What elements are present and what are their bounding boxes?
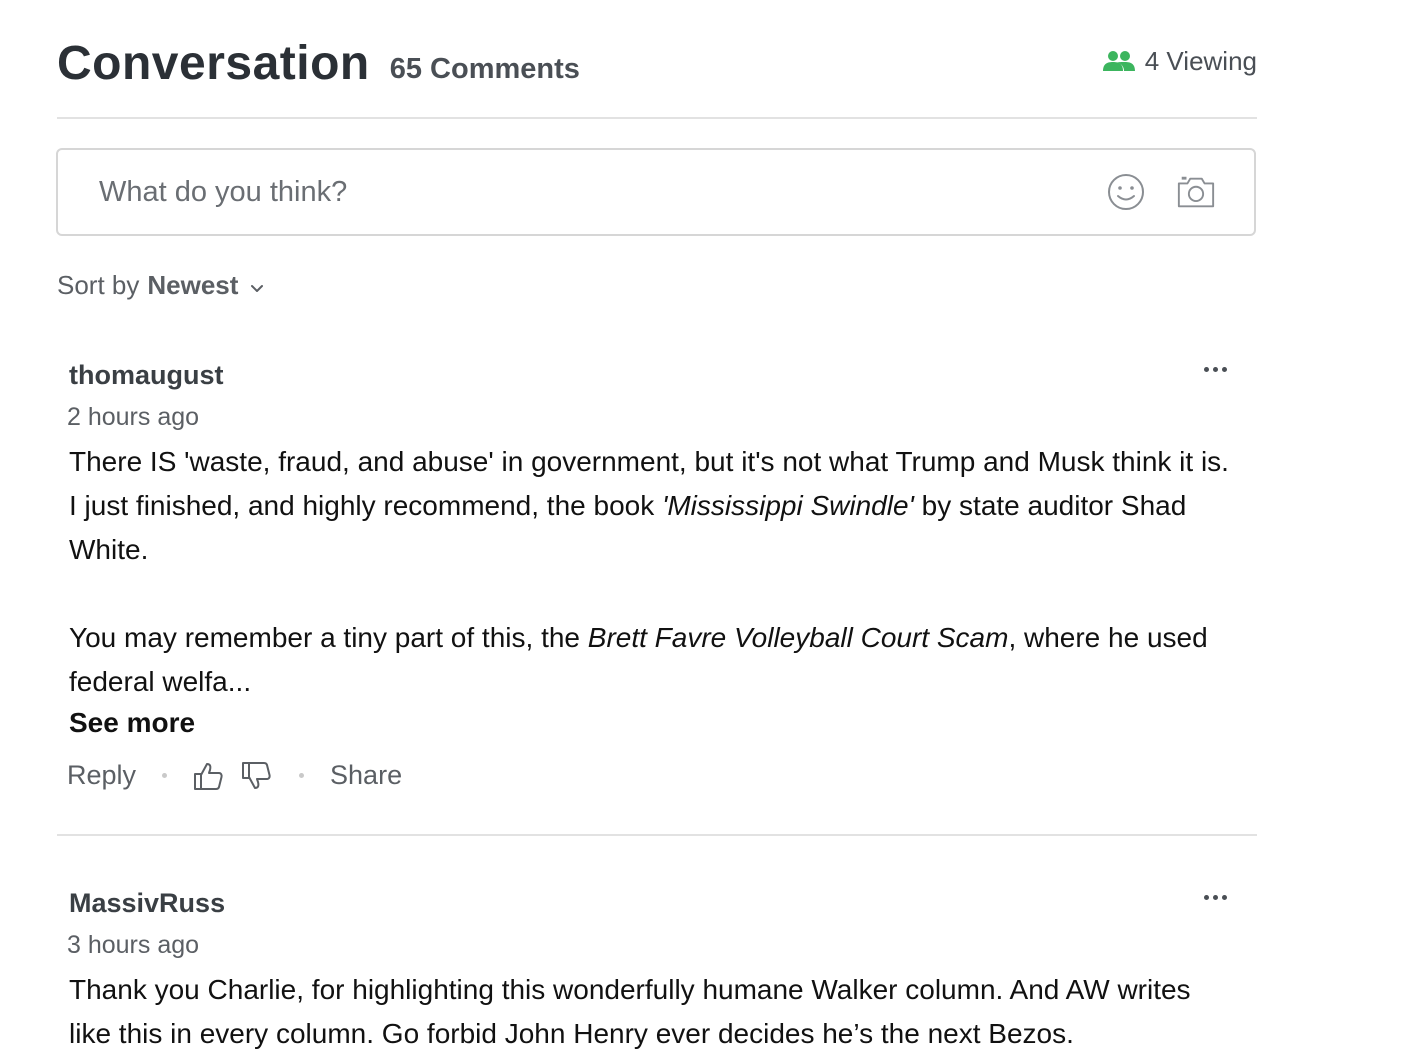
sort-label: Sort by	[57, 270, 140, 300]
comment-actions: Reply Share	[67, 760, 402, 791]
see-more-link[interactable]: See more	[69, 707, 195, 739]
conversation-header: Conversation 65 Comments 4 Viewing	[57, 34, 1257, 94]
thumbs-up-icon[interactable]	[193, 761, 225, 791]
header-divider	[57, 117, 1257, 119]
comment-item: thomaugust 2 hours ago There IS 'waste, …	[57, 350, 1257, 836]
viewing-count: 4 Viewing	[1144, 46, 1257, 76]
more-options-icon[interactable]	[1197, 892, 1233, 902]
comment-body: There IS 'waste, fraud, and abuse' in go…	[69, 440, 1239, 704]
comment-text-italic: 'Mississippi Swindle'	[662, 490, 914, 521]
comment-count: 65 Comments	[389, 53, 580, 85]
camera-icon[interactable]	[1176, 172, 1216, 212]
share-button[interactable]: Share	[330, 760, 402, 791]
reply-button[interactable]: Reply	[67, 760, 136, 791]
comment-composer[interactable]	[56, 148, 1256, 236]
comment-input[interactable]	[58, 161, 1106, 223]
comment-paragraph: There IS 'waste, fraud, and abuse' in go…	[69, 440, 1239, 572]
smiley-icon[interactable]	[1106, 172, 1146, 212]
chevron-down-icon	[250, 270, 264, 301]
conversation-widget: Conversation 65 Comments 4 Viewing What …	[0, 0, 1422, 1049]
separator-dot	[162, 773, 168, 778]
sort-dropdown[interactable]: Sort by Newest	[57, 270, 264, 301]
comment-paragraph: You may remember a tiny part of this, th…	[69, 616, 1239, 704]
users-icon	[1102, 50, 1135, 74]
thumbs-down-icon[interactable]	[241, 761, 273, 791]
viewing-indicator: 4 Viewing	[1102, 46, 1257, 77]
comment-body: Thank you Charlie, for highlighting this…	[69, 968, 1239, 1056]
comment-username[interactable]: thomaugust	[69, 360, 224, 391]
comment-text: You may remember a tiny part of this, th…	[69, 622, 588, 653]
more-options-icon[interactable]	[1197, 364, 1233, 374]
comment-item: MassivRuss 3 hours ago Thank you Charlie…	[57, 878, 1257, 1058]
comment-timestamp: 3 hours ago	[67, 931, 200, 959]
separator-dot	[299, 773, 305, 778]
comment-text: Thank you Charlie, for highlighting this…	[69, 974, 1191, 1049]
comment-username[interactable]: MassivRuss	[69, 888, 225, 919]
sort-value: Newest	[147, 270, 239, 300]
comment-timestamp: 2 hours ago	[67, 403, 200, 431]
conversation-title: Conversation	[57, 37, 370, 90]
comment-divider	[57, 834, 1257, 836]
comment-text-italic: Brett Favre Volleyball Court Scam	[587, 622, 1009, 653]
